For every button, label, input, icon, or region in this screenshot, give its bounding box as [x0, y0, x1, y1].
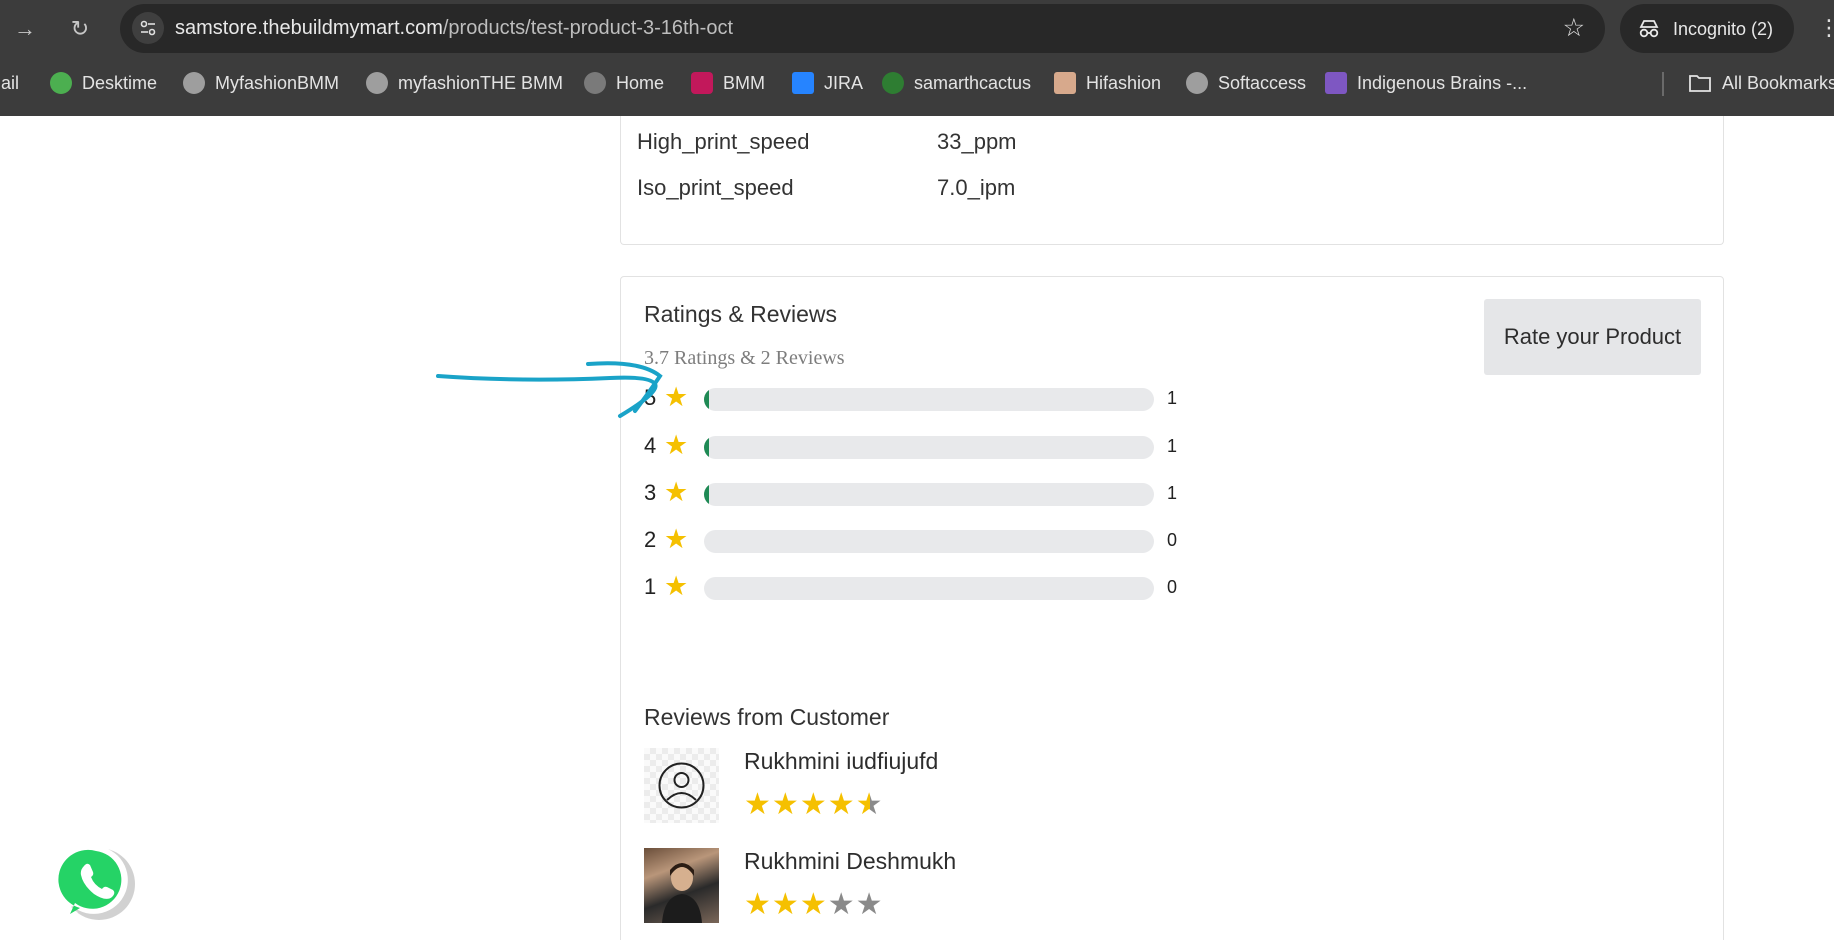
spec-value: 7.0_ipm	[937, 175, 1016, 200]
rating-row-3: 3 ★ 1	[644, 477, 1184, 507]
ratings-reviews-card: Ratings & Reviews 3.7 Ratings & 2 Review…	[620, 276, 1724, 940]
star-icon: ★	[827, 788, 856, 821]
bookmark-indigenous-brains[interactable]: Indigenous Brains -...	[1325, 70, 1527, 96]
site-settings-icon[interactable]	[132, 12, 164, 44]
hifashion-icon	[1054, 72, 1076, 94]
bookmarks-bar: Mail Desktime MyfashionBMM myfashionTHE …	[0, 68, 1834, 98]
rating-bar	[704, 436, 1154, 459]
all-bookmarks-folder[interactable]: All Bookmarks	[1688, 70, 1834, 96]
ratings-summary: 3.7 Ratings & 2 Reviews	[644, 347, 845, 369]
indigenous-icon	[1325, 72, 1347, 94]
star-icon: ★	[771, 888, 800, 921]
ratings-title: Ratings & Reviews	[644, 301, 838, 327]
bookmark-hifashion[interactable]: Hifashion	[1054, 70, 1161, 96]
star-icon: ★	[799, 788, 828, 821]
reload-button[interactable]: ↻	[63, 12, 97, 46]
browser-menu-icon[interactable]: ⋮	[1818, 14, 1834, 42]
whatsapp-icon	[52, 844, 135, 920]
rating-count: 1	[1167, 388, 1178, 408]
browser-chrome: → ↻ samstore.thebuildmymart.com/products…	[0, 0, 1834, 116]
bookmark-home[interactable]: Home	[584, 70, 664, 96]
reviewer-name: Rukhmini iudfiujufd	[744, 748, 939, 774]
address-bar[interactable]: samstore.thebuildmymart.com/products/tes…	[120, 4, 1605, 53]
globe-icon	[183, 72, 205, 94]
star-icon: ★	[664, 477, 689, 507]
bookmark-desktime[interactable]: Desktime	[50, 70, 157, 96]
reviewer-photo	[662, 863, 702, 923]
specifications-card: High_print_speed 33_ppm Iso_print_speed …	[620, 116, 1724, 245]
spec-value: 33_ppm	[937, 129, 1017, 154]
review-item: Rukhmini Deshmukh ★★★★★	[644, 848, 1244, 924]
star-icon: ★	[855, 888, 884, 921]
bookmark-samarthcactus[interactable]: samarthcactus	[882, 70, 1031, 96]
rating-star-number: 4	[644, 433, 657, 458]
star-icon: ★	[744, 788, 772, 821]
rating-star-number: 2	[644, 527, 657, 552]
star-icon: ★	[827, 888, 856, 921]
review-stars: ★★★★★	[744, 788, 884, 822]
avatar	[644, 848, 719, 923]
jira-icon	[792, 72, 814, 94]
incognito-icon	[1639, 20, 1659, 38]
star-icon: ★	[744, 888, 772, 921]
rating-count: 0	[1167, 530, 1178, 550]
review-stars: ★★★★★	[744, 888, 884, 922]
forward-button[interactable]: →	[8, 12, 42, 46]
star-icon: ★	[855, 788, 884, 821]
rating-row-5: 5 ★ 1	[644, 382, 1184, 412]
rating-bar	[704, 388, 1154, 411]
rating-star-number: 1	[644, 574, 657, 599]
globe-icon	[1186, 72, 1208, 94]
desktime-icon	[50, 72, 72, 94]
bookmark-bmm[interactable]: BMM	[691, 70, 765, 96]
cactus-icon	[882, 72, 904, 94]
rating-bar-fill	[704, 483, 709, 506]
user-placeholder-icon	[658, 762, 705, 809]
rating-bar	[704, 530, 1154, 553]
star-icon: ★	[664, 382, 689, 412]
rating-count: 1	[1167, 436, 1178, 456]
rating-star-number: 5	[644, 385, 657, 410]
star-icon: ★	[771, 788, 800, 821]
rating-bar	[704, 483, 1154, 506]
globe-icon	[584, 72, 606, 94]
reviewer-name: Rukhmini Deshmukh	[744, 848, 957, 874]
rating-bar-fill	[704, 388, 709, 411]
product-page: High_print_speed 33_ppm Iso_print_speed …	[0, 116, 1834, 940]
rating-star-number: 3	[644, 480, 657, 505]
incognito-indicator[interactable]: Incognito (2)	[1620, 4, 1794, 53]
spec-key: High_print_speed	[637, 129, 810, 154]
star-icon: ★	[664, 430, 689, 460]
folder-icon	[1689, 75, 1711, 92]
bookmark-star-icon[interactable]: ☆	[1563, 14, 1585, 42]
rating-bar	[704, 577, 1154, 600]
bmm-icon	[691, 72, 713, 94]
rating-row-4: 4 ★ 1	[644, 430, 1184, 460]
avatar	[644, 748, 719, 823]
rating-count: 0	[1167, 577, 1178, 597]
star-icon: ★	[799, 888, 828, 921]
star-icon: ★	[664, 524, 689, 554]
bookmark-myfashionbmm[interactable]: MyfashionBMM	[183, 70, 339, 96]
bookmark-myfashionthebmm[interactable]: myfashionTHE BMM	[366, 70, 563, 96]
globe-icon	[366, 72, 388, 94]
spec-key: Iso_print_speed	[637, 175, 794, 200]
rating-row-2: 2 ★ 0	[644, 524, 1184, 554]
reviews-title: Reviews from Customer	[644, 704, 890, 730]
rating-count: 1	[1167, 483, 1178, 503]
star-icon: ★	[664, 571, 689, 601]
bookmark-jira[interactable]: JIRA	[792, 70, 863, 96]
whatsapp-chat-button[interactable]	[52, 840, 140, 924]
rating-bar-fill	[704, 436, 709, 459]
bookmark-softaccess[interactable]: Softaccess	[1186, 70, 1306, 96]
url-text[interactable]: samstore.thebuildmymart.com/products/tes…	[175, 17, 733, 40]
bookmarks-divider	[1662, 72, 1664, 96]
bookmark-mail[interactable]: Mail	[0, 70, 19, 96]
rating-row-1: 1 ★ 0	[644, 571, 1184, 601]
review-item: Rukhmini iudfiujufd ★★★★★	[644, 748, 1244, 824]
rate-product-button[interactable]: Rate your Product	[1484, 299, 1701, 375]
